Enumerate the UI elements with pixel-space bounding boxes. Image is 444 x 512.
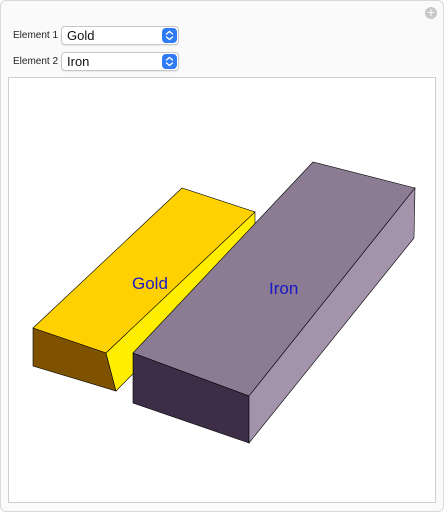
element2-label: Element 2 <box>13 55 59 67</box>
element1-value: Gold <box>67 27 95 43</box>
element1-label: Element 1 <box>13 29 59 41</box>
manipulate-frame: + Element 1 Gold Element 2 Iron Gold Iro… <box>0 0 444 512</box>
updown-chevron-icon <box>162 53 177 69</box>
graphics-panel[interactable]: Gold Iron <box>8 77 436 503</box>
right-bar-label: Iron <box>269 279 298 298</box>
left-bar-label: Gold <box>132 274 168 293</box>
element2-value: Iron <box>67 53 90 69</box>
updown-chevron-icon <box>162 27 177 43</box>
element1-control: Element 1 Gold <box>13 24 179 46</box>
element1-select[interactable]: Gold <box>61 25 179 45</box>
add-icon[interactable]: + <box>425 7 437 19</box>
element2-control: Element 2 Iron <box>13 50 179 72</box>
element2-select[interactable]: Iron <box>61 51 179 71</box>
bars-graphic: Gold Iron <box>32 161 416 444</box>
